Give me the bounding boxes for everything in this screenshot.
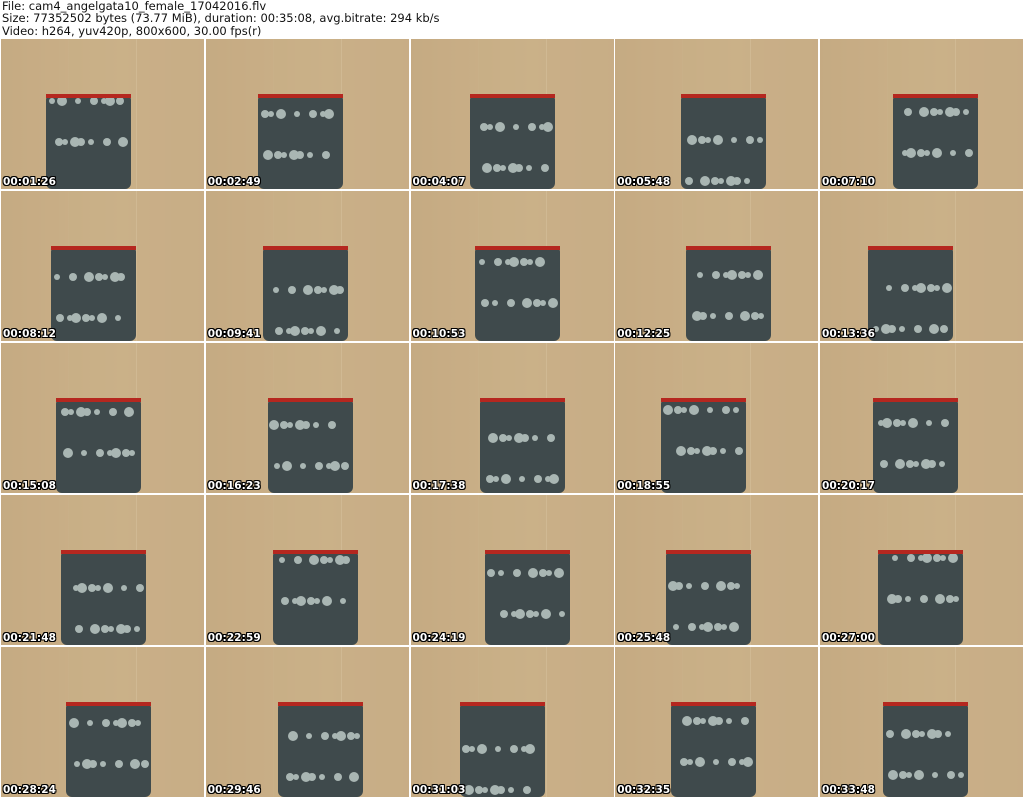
frame-placeholder-art <box>410 646 614 797</box>
thumbnail-grid: 00:01:26 00:02:49 00:04:07 00:05:48 00:0… <box>1 39 1023 797</box>
thumbnail-frame-8[interactable]: 00:10:53 <box>410 190 614 341</box>
frame-placeholder-art <box>820 39 1023 189</box>
thumbnail-frame-24[interactable]: 00:32:35 <box>615 646 819 797</box>
thumbnail-frame-18[interactable]: 00:24:19 <box>410 494 614 645</box>
thumbnail-frame-5[interactable]: 00:07:10 <box>820 39 1023 189</box>
contact-sheet-header: File: cam4_angelgata10_female_17042016.f… <box>2 0 1022 38</box>
thumbnail-frame-25[interactable]: 00:33:48 <box>820 646 1023 797</box>
video-info-line: Video: h264, yuv420p, 800x600, 30.00 fps… <box>2 23 262 38</box>
thumbnail-frame-20[interactable]: 00:27:00 <box>820 494 1023 645</box>
frame-placeholder-art <box>615 646 819 797</box>
thumbnail-frame-9[interactable]: 00:12:25 <box>615 190 819 341</box>
frame-placeholder-art <box>615 190 819 341</box>
thumbnail-frame-4[interactable]: 00:05:48 <box>615 39 819 189</box>
thumbnail-frame-17[interactable]: 00:22:59 <box>205 494 409 645</box>
frame-placeholder-art <box>410 39 614 189</box>
frame-placeholder-art <box>615 494 819 645</box>
thumbnail-frame-23[interactable]: 00:31:03 <box>410 646 614 797</box>
thumbnail-frame-21[interactable]: 00:28:24 <box>1 646 204 797</box>
frame-placeholder-art <box>1 646 204 797</box>
frame-placeholder-art <box>1 342 204 493</box>
frame-placeholder-art <box>410 494 614 645</box>
thumbnail-frame-12[interactable]: 00:16:23 <box>205 342 409 493</box>
thumbnail-frame-3[interactable]: 00:04:07 <box>410 39 614 189</box>
frame-placeholder-art <box>615 342 819 493</box>
frame-placeholder-art <box>820 494 1023 645</box>
frame-placeholder-art <box>820 190 1023 341</box>
frame-placeholder-art <box>410 190 614 341</box>
frame-placeholder-art <box>1 190 204 341</box>
frame-placeholder-art <box>1 494 204 645</box>
thumbnail-frame-1[interactable]: 00:01:26 <box>1 39 204 189</box>
thumbnail-frame-2[interactable]: 00:02:49 <box>205 39 409 189</box>
thumbnail-frame-14[interactable]: 00:18:55 <box>615 342 819 493</box>
thumbnail-frame-7[interactable]: 00:09:41 <box>205 190 409 341</box>
thumbnail-frame-10[interactable]: 00:13:36 <box>820 190 1023 341</box>
frame-placeholder-art <box>205 342 409 493</box>
thumbnail-frame-22[interactable]: 00:29:46 <box>205 646 409 797</box>
frame-placeholder-art <box>205 190 409 341</box>
thumbnail-frame-19[interactable]: 00:25:48 <box>615 494 819 645</box>
frame-placeholder-art <box>820 342 1023 493</box>
thumbnail-frame-13[interactable]: 00:17:38 <box>410 342 614 493</box>
thumbnail-frame-16[interactable]: 00:21:48 <box>1 494 204 645</box>
frame-placeholder-art <box>615 39 819 189</box>
thumbnail-frame-11[interactable]: 00:15:08 <box>1 342 204 493</box>
frame-placeholder-art <box>205 494 409 645</box>
frame-placeholder-art <box>205 646 409 797</box>
frame-placeholder-art <box>1 39 204 189</box>
file-size-line: Size: 77352502 bytes (73.77 MiB), durati… <box>2 11 440 26</box>
thumbnail-frame-15[interactable]: 00:20:17 <box>820 342 1023 493</box>
frame-placeholder-art <box>205 39 409 189</box>
frame-placeholder-art <box>820 646 1023 797</box>
frame-placeholder-art <box>410 342 614 493</box>
thumbnail-frame-6[interactable]: 00:08:12 <box>1 190 204 341</box>
